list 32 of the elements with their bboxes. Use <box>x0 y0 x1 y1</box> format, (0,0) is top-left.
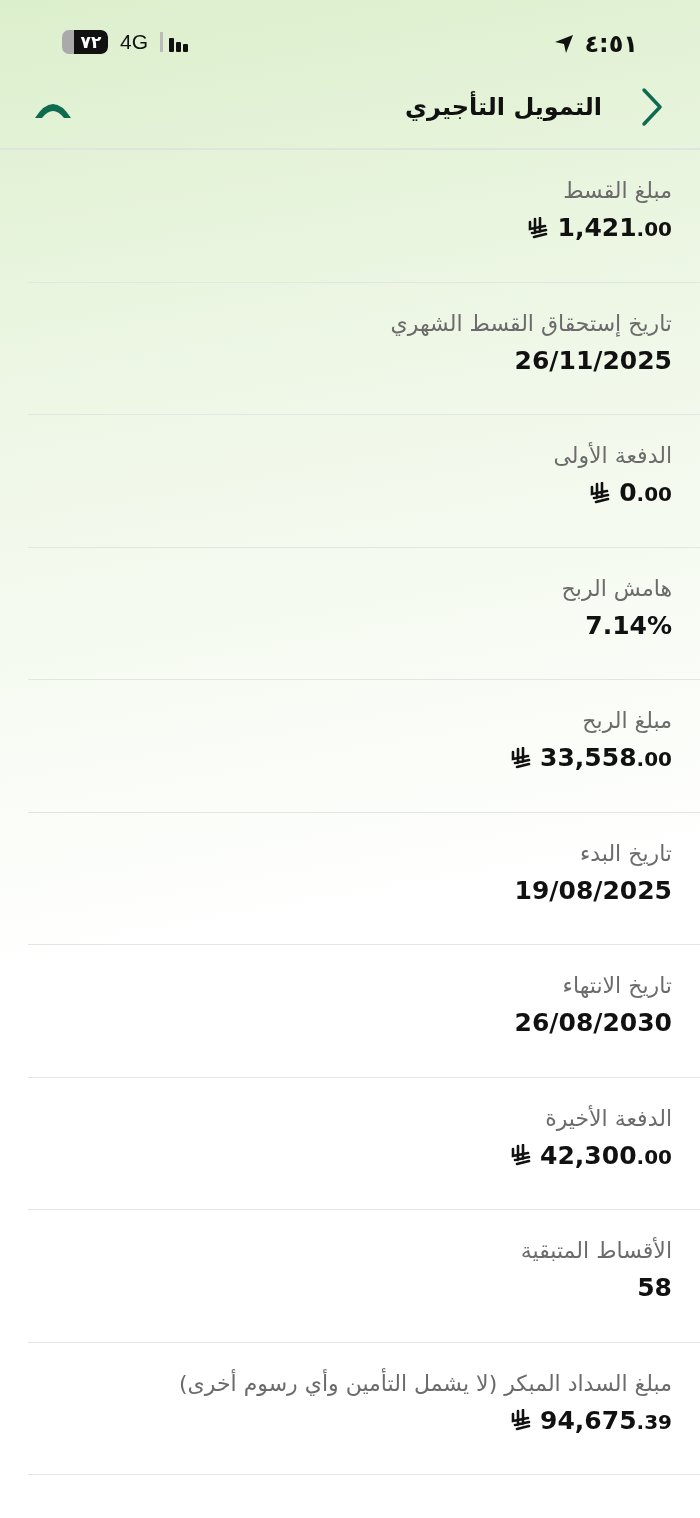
field-label: تاريخ إستحقاق القسط الشهري <box>389 310 672 336</box>
battery-level: ٧٢ <box>74 30 108 54</box>
field-label: هامش الربح <box>560 575 672 601</box>
riyal-icon <box>527 216 550 239</box>
field-value: 19/08/2025 <box>514 875 672 905</box>
field-label: الدفعة الأولى <box>552 443 672 468</box>
field-label: مبلغ القسط <box>562 178 672 203</box>
page-title: التمويل التأجيري <box>404 93 602 121</box>
riyal-icon <box>510 746 533 769</box>
riyal-icon <box>510 1409 533 1431</box>
riyal-icon <box>510 1144 533 1166</box>
location-arrow-icon <box>554 34 575 54</box>
back-chevron-icon[interactable] <box>640 87 664 127</box>
field-value: 94,675.39 <box>540 1405 672 1435</box>
field-value: 7.14% <box>585 610 672 640</box>
field-value: 26/11/2025 <box>514 345 672 375</box>
status-time: ٤:٥١ <box>584 30 638 58</box>
field-value: 26/08/2030 <box>514 1008 672 1037</box>
signal-icon <box>160 32 190 52</box>
field-value: 42,300.00 <box>540 1140 672 1170</box>
network-type: 4G <box>120 30 148 54</box>
riyal-icon <box>589 481 612 504</box>
field-value: 33,558.00 <box>540 743 672 772</box>
field-value: 0.00 <box>619 478 672 507</box>
field-label: الأقساط المتبقية <box>519 1238 672 1263</box>
field-label: تاريخ البدء <box>578 840 672 866</box>
field-label: مبلغ السداد المبكر (لا يشمل التأمين وأي رسوم أخرى) <box>178 1370 672 1396</box>
field-label: الدفعة الأخيرة <box>544 1105 672 1131</box>
field-value: 58 <box>637 1273 672 1302</box>
field-label: مبلغ الربح <box>581 708 672 733</box>
field-label: تاريخ الانتهاء <box>561 973 672 998</box>
field-value: 1,421.00 <box>557 213 672 242</box>
